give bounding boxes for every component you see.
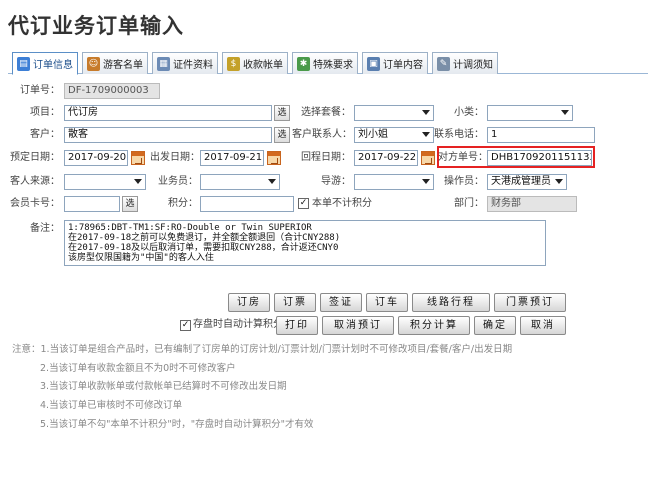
route-button[interactable]: 线路行程 (412, 293, 490, 312)
operator-value: 天港成管理员 (491, 176, 551, 187)
chevron-down-icon (555, 179, 563, 184)
contact-select[interactable]: 刘小姐 (354, 127, 434, 143)
operator-select[interactable]: 天港成管理员 (487, 174, 567, 190)
customer-field[interactable]: 散客 (64, 127, 272, 143)
source-label: 客人来源： (10, 176, 60, 187)
phone-label: 联系电话： (434, 129, 484, 140)
note-3: 3.当该订单收款帐单或付款帐单已结算时不可修改出发日期 (40, 381, 287, 392)
customer-pick-button[interactable]: 选 (274, 127, 290, 143)
tab-label: 计调须知 (453, 60, 493, 71)
guide-select[interactable] (354, 174, 434, 190)
chevron-down-icon (561, 110, 569, 115)
print-button[interactable]: 打印 (276, 316, 318, 335)
tab-label: 订单内容 (383, 60, 423, 71)
note-4: 4.当该订单已审核时不可修改订单 (40, 400, 183, 411)
book-room-button[interactable]: 订房 (228, 293, 270, 312)
tab-special-request[interactable]: ✱ 特殊要求 (292, 52, 358, 74)
subcategory-label: 小类： (454, 107, 484, 118)
confirm-button[interactable]: 确定 (474, 316, 516, 335)
tab-order-content[interactable]: ▣ 订单内容 (362, 52, 428, 74)
salesman-label: 业务员： (158, 176, 198, 187)
tab-label: 订单信息 (33, 60, 73, 71)
member-pick-button[interactable]: 选 (122, 196, 138, 212)
depart-date-label: 出发日期： (150, 152, 200, 163)
visa-button[interactable]: 签证 (320, 293, 362, 312)
guide-label: 导游： (321, 176, 351, 187)
calendar-icon[interactable] (131, 151, 145, 165)
depart-date-field[interactable]: 2017-09-21 (200, 150, 264, 166)
member-card-field[interactable] (64, 196, 120, 212)
order-no-label: 订单号： (20, 85, 60, 96)
order-no-field: DF-1709000003 (64, 83, 160, 99)
source-select[interactable] (64, 174, 146, 190)
note-1: 注意：1.当该订单是组合产品时，已有编制了订房单的订房计划/订票计划/门票计划时… (12, 344, 513, 355)
book-ticket-button[interactable]: 订票 (274, 293, 316, 312)
notice-icon: ✎ (437, 56, 450, 71)
contact-value: 刘小姐 (358, 129, 388, 140)
return-date-field[interactable]: 2017-09-22 (354, 150, 418, 166)
subcategory-select[interactable] (487, 105, 573, 121)
item-pick-button[interactable]: 选 (274, 105, 290, 121)
cancel-booking-button[interactable]: 取消预订 (322, 316, 394, 335)
tab-label: 证件资料 (173, 60, 213, 71)
package-select[interactable] (354, 105, 434, 121)
note-5: 5.当该订单不勾"本单不计积分"时，"存盘时自动计算积分"才有效 (40, 419, 314, 430)
payment-icon: $ (227, 56, 240, 71)
calendar-icon[interactable] (267, 151, 281, 165)
tab-label: 收款帐单 (243, 60, 283, 71)
tab-notice[interactable]: ✎ 计调须知 (432, 52, 498, 74)
ticket-booking-button[interactable]: 门票预订 (494, 293, 566, 312)
tourist-list-icon: ☺ (87, 56, 100, 71)
package-label: 选择套餐： (301, 107, 351, 118)
auto-calc-points-label: 存盘时自动计算积分 (193, 319, 283, 330)
note-2: 2.当该订单有收款金额且不为0时不可修改客户 (40, 363, 236, 374)
book-car-button[interactable]: 订车 (366, 293, 408, 312)
contact-label: 客户联系人： (292, 129, 352, 140)
auto-calc-points-checkbox[interactable]: ✓ (180, 320, 191, 331)
tab-label: 特殊要求 (313, 60, 353, 71)
dept-field: 财务部 (487, 196, 577, 212)
tab-payment[interactable]: $ 收款帐单 (222, 52, 288, 74)
counterpart-no-label: 对方单号： (438, 152, 488, 163)
tab-order-info[interactable]: ▤ 订单信息 (12, 52, 78, 75)
calendar-icon[interactable] (421, 151, 435, 165)
calc-points-button[interactable]: 积分计算 (398, 316, 470, 335)
salesman-select[interactable] (200, 174, 280, 190)
booking-date-label: 预定日期： (10, 152, 60, 163)
return-date-label: 回程日期： (301, 152, 351, 163)
counterpart-no-field[interactable]: DHB170920115113320 (487, 150, 592, 166)
document-icon: ▦ (157, 56, 170, 71)
tab-bar: ▤ 订单信息 ☺ 游客名单 ▦ 证件资料 $ 收款帐单 ✱ 特殊要求 ▣ 订单内… (8, 52, 648, 75)
page-title: 代订业务订单输入 (8, 14, 184, 38)
special-request-icon: ✱ (297, 56, 310, 71)
remark-label: 备注： (30, 223, 60, 234)
chevron-down-icon (422, 110, 430, 115)
chevron-down-icon (268, 179, 276, 184)
order-content-icon: ▣ (367, 56, 380, 71)
cancel-button[interactable]: 取消 (520, 316, 566, 335)
chevron-down-icon (134, 179, 142, 184)
member-card-label: 会员卡号： (10, 198, 60, 209)
tab-tourist-list[interactable]: ☺ 游客名单 (82, 52, 148, 74)
points-field[interactable] (200, 196, 294, 212)
chevron-down-icon (422, 179, 430, 184)
dept-label: 部门： (454, 198, 484, 209)
remark-textarea[interactable]: 1:78965:DBT-TM1:SF:RO-Double or Twin SUP… (64, 220, 546, 266)
item-field[interactable]: 代订房 (64, 105, 272, 121)
item-label: 项目： (30, 107, 60, 118)
operator-label: 操作员： (444, 176, 484, 187)
points-label: 积分： (168, 198, 198, 209)
tab-label: 游客名单 (103, 60, 143, 71)
phone-field[interactable]: 1 (487, 127, 595, 143)
customer-label: 客户： (30, 129, 60, 140)
booking-date-field[interactable]: 2017-09-20 (64, 150, 128, 166)
no-points-label: 本单不计积分 (312, 198, 372, 209)
order-info-icon: ▤ (17, 56, 30, 71)
tab-documents[interactable]: ▦ 证件资料 (152, 52, 218, 74)
chevron-down-icon (422, 132, 430, 137)
no-points-checkbox[interactable]: ✓ (298, 198, 309, 209)
